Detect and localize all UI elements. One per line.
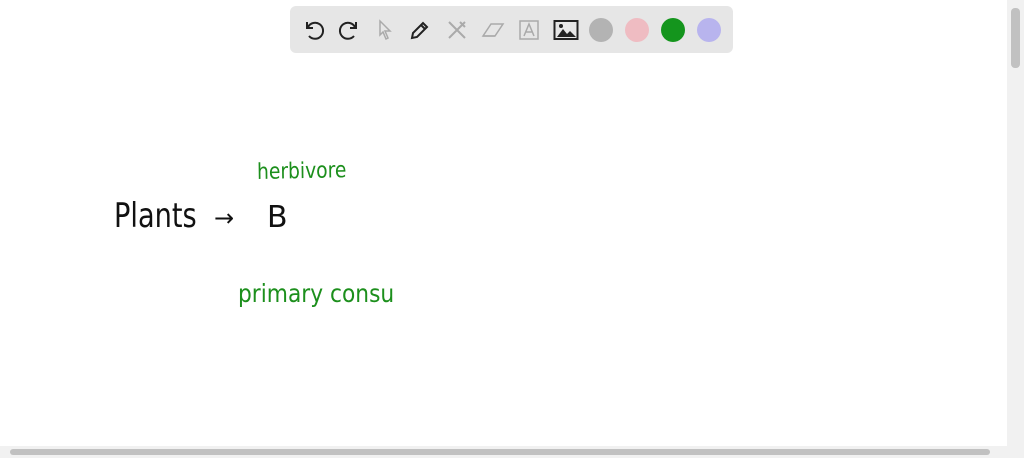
pen-icon[interactable] [407, 17, 433, 43]
redo-icon[interactable] [336, 17, 362, 43]
color-swatch-lavender[interactable] [697, 18, 721, 42]
vertical-scrollbar[interactable] [1007, 0, 1024, 458]
select-icon[interactable] [372, 17, 398, 43]
note-arrow: → [214, 204, 235, 232]
note-primary-consumer: primary consu [238, 279, 395, 308]
eraser-icon[interactable] [480, 17, 506, 43]
color-swatch-green[interactable] [661, 18, 685, 42]
note-plants: Plants [114, 196, 197, 236]
image-icon[interactable] [553, 17, 579, 43]
color-swatch-pink[interactable] [625, 18, 649, 42]
horizontal-scrollbar[interactable] [0, 446, 1007, 458]
undo-icon[interactable] [301, 17, 327, 43]
text-icon[interactable] [516, 17, 542, 43]
drawing-canvas[interactable] [0, 60, 1007, 446]
vertical-scroll-thumb[interactable] [1011, 8, 1020, 68]
note-b: B [267, 200, 288, 235]
color-swatch-gray[interactable] [589, 18, 613, 42]
horizontal-scroll-thumb[interactable] [10, 449, 990, 455]
tools-icon[interactable] [444, 17, 470, 43]
drawing-toolbar [290, 6, 733, 53]
note-herbivore: herbivore [256, 158, 347, 185]
